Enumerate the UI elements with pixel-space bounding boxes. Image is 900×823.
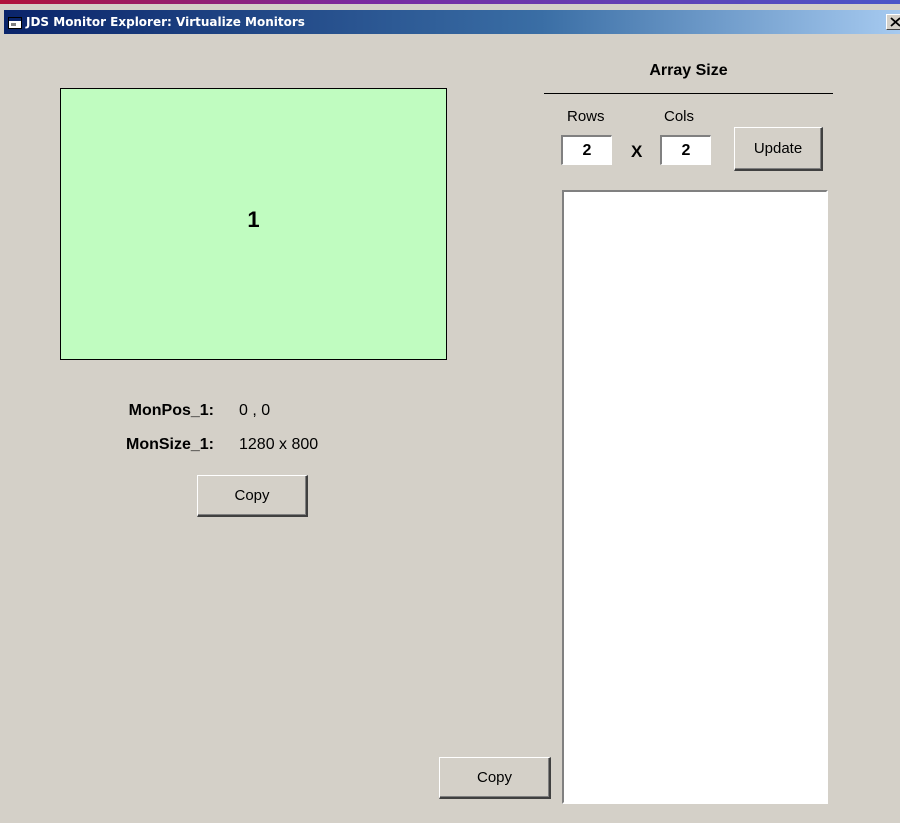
rows-label: Rows	[567, 108, 605, 125]
close-button[interactable]	[886, 14, 900, 30]
rows-input[interactable]	[561, 135, 612, 165]
cols-input[interactable]	[660, 135, 711, 165]
monitor-1-preview[interactable]: 1	[60, 88, 447, 360]
monitor-number: 1	[247, 207, 260, 232]
array-size-heading: Array Size	[649, 62, 728, 79]
copy-array-button[interactable]: Copy	[439, 757, 551, 799]
array-size-divider	[544, 93, 833, 94]
monitor-position-label: MonPos_1:	[128, 402, 214, 419]
cols-label: Cols	[664, 108, 695, 125]
monitor-array-list[interactable]	[562, 190, 828, 804]
dialog-window: JDS Monitor Explorer: Virtualize Monitor…	[4, 4, 900, 823]
copy-monitor-button[interactable]: Copy	[197, 475, 308, 517]
app-window-icon	[8, 16, 22, 29]
update-button[interactable]: Update	[734, 127, 823, 171]
title-bar[interactable]: JDS Monitor Explorer: Virtualize Monitor…	[4, 10, 900, 34]
monitor-position-value: 0 , 0	[239, 402, 271, 419]
app-frame: JDS Monitor Explorer: Virtualize Monitor…	[0, 0, 900, 823]
monitor-size-value: 1280 x 800	[239, 436, 319, 453]
window-title: JDS Monitor Explorer: Virtualize Monitor…	[26, 15, 305, 29]
monitor-size-label: MonSize_1:	[125, 436, 214, 453]
times-sign: X	[631, 142, 643, 161]
